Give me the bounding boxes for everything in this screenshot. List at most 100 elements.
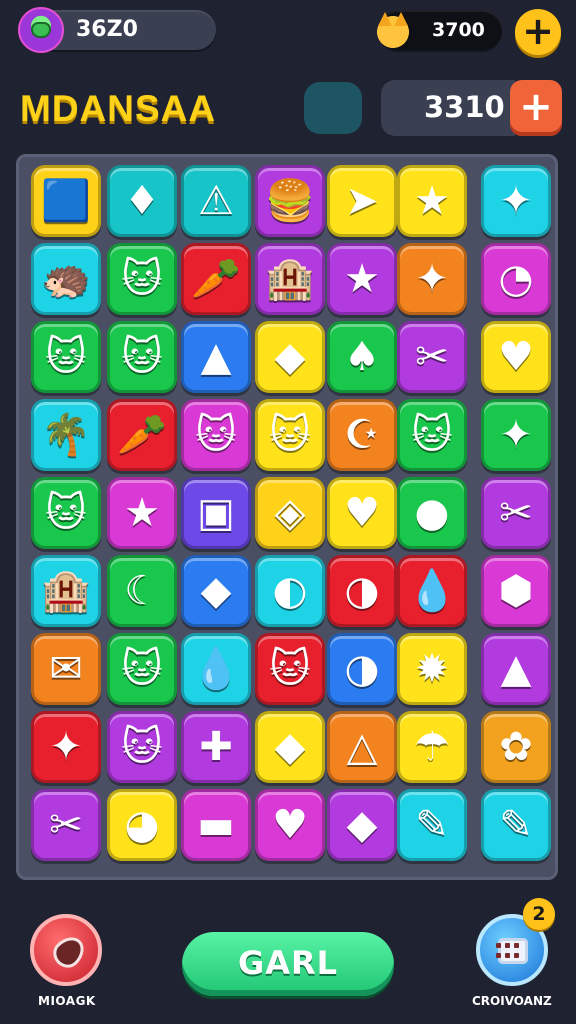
tile[interactable]: ◆ [255,321,325,393]
tile[interactable]: ♦ [107,165,177,237]
tile-icon: ✎ [415,802,449,848]
tile[interactable]: 🐱 [397,399,467,471]
powerup-slot[interactable] [304,82,362,134]
tile[interactable]: 🏨 [31,555,101,627]
tile-icon: 🍔 [265,178,315,224]
tile[interactable]: ⬢ [481,555,551,627]
tile[interactable]: ✦ [481,165,551,237]
tile[interactable]: 🐱 [31,321,101,393]
tile[interactable]: 🐱 [107,633,177,705]
tile[interactable]: ◈ [255,477,325,549]
tile-icon: ☾ [124,568,160,614]
tile[interactable]: ✉ [31,633,101,705]
tile-icon: ✎ [499,802,533,848]
tile[interactable]: ♠ [327,321,397,393]
tile[interactable]: ▲ [181,321,251,393]
tile[interactable]: ✦ [31,711,101,783]
tile-icon: 🐱 [269,646,311,692]
tile[interactable]: 💧 [181,633,251,705]
tile-icon: ▬ [197,802,235,848]
tile[interactable]: ◐ [255,555,325,627]
tile-icon: ✚ [199,724,233,770]
tile[interactable]: 🐱 [107,711,177,783]
tile[interactable]: 🥕 [107,399,177,471]
tile-icon: ✂ [49,802,83,848]
tile[interactable]: ✎ [397,789,467,861]
tile[interactable]: ♥ [327,477,397,549]
tile[interactable]: ✹ [397,633,467,705]
tile[interactable]: 🐱 [255,399,325,471]
avatar-icon[interactable] [18,7,64,53]
tile[interactable]: ☂ [397,711,467,783]
tile[interactable]: 🏨 [255,243,325,315]
tile[interactable]: ◆ [181,555,251,627]
tile-icon: ◕ [124,802,160,848]
tile[interactable]: 🍔 [255,165,325,237]
tile-icon: 🐱 [411,412,453,458]
tile-icon: 🟦 [41,178,91,224]
tile[interactable]: ✦ [481,399,551,471]
tile[interactable]: ▲ [481,633,551,705]
tile[interactable]: ➤ [327,165,397,237]
tile[interactable]: ◆ [255,711,325,783]
tile[interactable]: 🐱 [107,321,177,393]
tile[interactable]: ▬ [181,789,251,861]
tile-icon: ✿ [499,724,533,770]
tile[interactable]: ✦ [397,243,467,315]
tile[interactable]: ♥ [481,321,551,393]
tile-icon: ♥ [344,490,380,536]
tile-icon: 💧 [191,646,241,692]
tile[interactable]: 🐱 [31,477,101,549]
tile[interactable]: 🐱 [255,633,325,705]
tile-icon: ▲ [500,646,532,692]
tile[interactable]: ▣ [181,477,251,549]
tile-icon: ✂ [415,334,449,380]
tile-icon: 🐱 [269,412,311,458]
tile-icon: 🌴 [41,412,91,458]
tile[interactable]: ◕ [107,789,177,861]
tile[interactable]: ● [397,477,467,549]
back-button[interactable] [30,914,102,986]
tile-icon: ➤ [345,178,379,224]
tile[interactable]: ✂ [31,789,101,861]
tile-icon: ☪ [344,412,380,458]
tile[interactable]: ☪ [327,399,397,471]
back-label: MIOAGK [38,994,96,1008]
tile-icon: ♠ [344,334,380,380]
tile-icon: 🥕 [191,256,241,302]
tile-icon: 🐱 [121,646,163,692]
tile[interactable]: ◑ [327,555,397,627]
tile[interactable]: ✂ [397,321,467,393]
tile[interactable]: 🌴 [31,399,101,471]
tile[interactable]: △ [327,711,397,783]
tile[interactable]: 💧 [397,555,467,627]
tile-icon: ● [414,490,450,536]
add-currency-button[interactable]: + [515,9,561,55]
tile-icon: ✉ [49,646,83,692]
tile[interactable]: ◔ [481,243,551,315]
tile[interactable]: ◑ [327,633,397,705]
tile-icon: 🐱 [121,724,163,770]
play-button[interactable]: GARL [182,932,394,996]
tile[interactable]: ✂ [481,477,551,549]
tile[interactable]: ★ [107,477,177,549]
tile[interactable]: ♥ [255,789,325,861]
tile[interactable]: 🥕 [181,243,251,315]
tile[interactable]: 🦔 [31,243,101,315]
tile[interactable]: ✿ [481,711,551,783]
tile[interactable]: ★ [327,243,397,315]
tile[interactable]: ☾ [107,555,177,627]
tile[interactable]: ✎ [481,789,551,861]
tile[interactable]: 🐱 [181,399,251,471]
tile[interactable]: 🐱 [107,243,177,315]
tile[interactable]: 🟦 [31,165,101,237]
tile-icon: ◆ [274,334,306,380]
add-score-button[interactable]: + [510,80,562,136]
tile-icon: ✦ [499,178,533,224]
tile-icon: 🐱 [121,256,163,302]
tile-icon: 💧 [407,568,457,614]
tile[interactable]: ✚ [181,711,251,783]
tile[interactable]: ◆ [327,789,397,861]
tile[interactable]: ⚠ [181,165,251,237]
tile[interactable]: ★ [397,165,467,237]
